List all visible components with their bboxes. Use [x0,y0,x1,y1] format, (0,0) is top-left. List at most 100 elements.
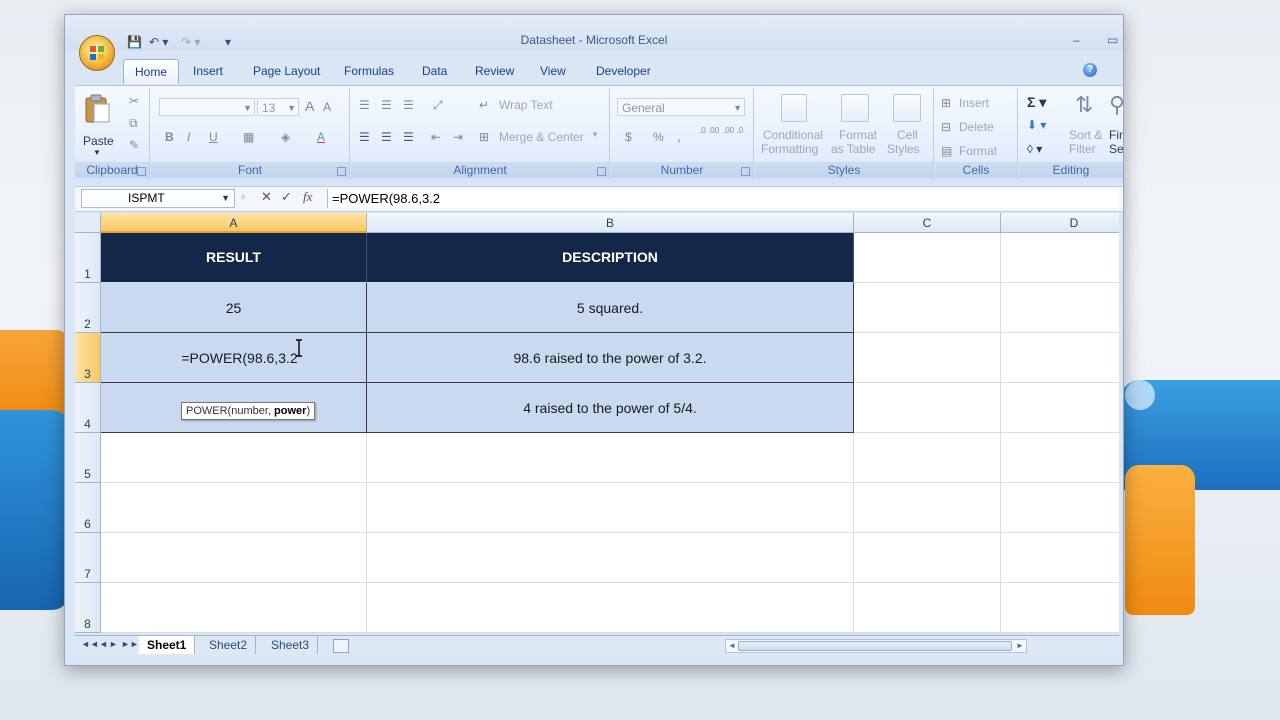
first-sheet-button[interactable]: ◄◄ [81,639,99,649]
select-all-button[interactable] [75,213,101,233]
increase-indent-icon[interactable]: ⇥ [453,130,463,144]
format-painter-icon[interactable]: ✎ [129,138,139,152]
sheet-tab-sheet2[interactable]: Sheet2 [201,636,257,654]
fill-color-icon[interactable]: ◈ [281,130,290,144]
minimize-button[interactable]: – [1073,33,1080,47]
tab-home[interactable]: Home [123,59,180,84]
cell-c8[interactable] [854,583,1001,633]
last-sheet-button[interactable]: ►► [121,639,139,649]
increase-decimal-button[interactable]: .0 .00 [699,126,719,135]
enter-entry-icon[interactable]: ✓ [281,189,292,205]
number-dialog-launcher[interactable] [741,167,750,176]
format-cells-button[interactable]: Format [959,144,997,158]
cell-b6[interactable] [367,483,854,533]
cell-a7[interactable] [101,533,367,583]
cell-a5[interactable] [101,433,367,483]
cell-c7[interactable] [854,533,1001,583]
cell-d2[interactable] [1001,283,1119,333]
cell-d8[interactable] [1001,583,1119,633]
row-header-2[interactable]: 2 [75,283,101,333]
cell-d6[interactable] [1001,483,1119,533]
cell-b3[interactable]: 98.6 raised to the power of 3.2. [367,333,854,383]
sheet-tab-sheet3[interactable]: Sheet3 [263,636,319,654]
wrap-text-button[interactable]: ↵ Wrap Text [479,98,553,112]
align-right-icon[interactable]: ☰ [403,130,414,144]
copy-icon[interactable]: ⧉ [129,116,138,131]
cell-a1-result-header[interactable]: RESULT [101,233,367,283]
alignment-dialog-launcher[interactable] [597,167,606,176]
cell-c4[interactable] [854,383,1001,433]
font-color-icon[interactable]: A [317,130,325,144]
row-header-6[interactable]: 6 [75,483,101,533]
tab-formulas[interactable]: Formulas [338,62,400,80]
column-header-c[interactable]: C [854,213,1001,233]
tab-insert[interactable]: Insert [187,62,229,80]
format-as-table-button[interactable]: Format as Table [829,92,879,162]
cell-c3[interactable] [854,333,1001,383]
font-size-combo[interactable]: 13 ▼ [257,98,299,116]
cell-d1[interactable] [1001,233,1119,283]
comma-button[interactable]: , [677,128,681,144]
row-header-7[interactable]: 7 [75,533,101,583]
cell-c1[interactable] [854,233,1001,283]
scroll-right-icon[interactable]: ► [1016,641,1024,650]
name-box-dropdown-icon[interactable]: ▼ [221,190,230,207]
office-button[interactable] [79,35,115,71]
fill-icon[interactable]: ⬇ ▾ [1027,118,1046,132]
cell-d3[interactable] [1001,333,1119,383]
orientation-icon[interactable]: ⤢ [433,98,443,113]
borders-icon[interactable]: ▦ [243,130,254,144]
align-top-icon[interactable]: ☰ [359,98,370,112]
align-left-icon[interactable]: ☰ [359,130,370,144]
formula-input[interactable]: =POWER(98.6,3.2 [327,189,1119,208]
underline-button[interactable]: U [209,130,218,144]
cell-c2[interactable] [854,283,1001,333]
percent-button[interactable]: % [653,130,664,144]
decrease-indent-icon[interactable]: ⇤ [431,130,441,144]
bold-button[interactable]: B [165,130,174,144]
horizontal-scrollbar[interactable]: ◄ ► [725,639,1027,653]
find-select-button[interactable]: ⚲ Find Sele [1109,92,1123,162]
tab-review[interactable]: Review [469,62,520,80]
row-header-8[interactable]: 8 [75,583,101,633]
row-header-4[interactable]: 4 [75,383,101,433]
merge-center-button[interactable]: ⊞ Merge & Center ▼ [479,130,599,144]
align-bottom-icon[interactable]: ☰ [403,98,414,112]
insert-function-icon[interactable]: fx [303,189,312,205]
row-header-1[interactable]: 1 [75,233,101,283]
scroll-left-icon[interactable]: ◄ [728,641,736,650]
function-tooltip[interactable]: POWER(number, power) [181,402,316,420]
number-format-combo[interactable]: General ▼ [617,98,745,116]
cell-a6[interactable] [101,483,367,533]
column-header-a[interactable]: A [101,213,367,233]
decrease-decimal-button[interactable]: .00 .0 [723,126,743,135]
cell-b2[interactable]: 5 squared. [367,283,854,333]
cell-styles-button[interactable]: Cell Styles [885,92,929,162]
insert-cells-button[interactable]: Insert [959,96,989,110]
cell-d4[interactable] [1001,383,1119,433]
cut-icon[interactable]: ✂ [129,94,139,108]
prev-sheet-button[interactable]: ◄ [99,639,108,649]
font-name-combo[interactable]: ▼ [159,98,255,116]
grow-font-icon[interactable]: A [305,98,314,114]
sheet-tab-sheet1[interactable]: Sheet1 [139,636,196,654]
tab-developer[interactable]: Developer [590,62,657,80]
help-icon[interactable]: ? [1083,63,1097,77]
delete-cells-button[interactable]: Delete [959,120,994,134]
shrink-font-icon[interactable]: A [323,100,331,114]
vertical-scrollbar[interactable] [1119,213,1123,653]
cell-b5[interactable] [367,433,854,483]
cell-b1-description-header[interactable]: DESCRIPTION [367,233,854,283]
cell-b4[interactable]: 4 raised to the power of 5/4. [367,383,854,433]
cell-b7[interactable] [367,533,854,583]
tab-data[interactable]: Data [416,62,453,80]
cell-a2[interactable]: 25 [101,283,367,333]
column-header-d[interactable]: D [1001,213,1119,233]
italic-button[interactable]: I [187,130,190,144]
paste-button[interactable]: Paste ▼ [81,92,115,158]
cell-c5[interactable] [854,433,1001,483]
clear-icon[interactable]: ◊ ▾ [1027,142,1042,156]
cell-c6[interactable] [854,483,1001,533]
sort-filter-button[interactable]: ⇅ Sort & Filter [1067,92,1107,162]
conditional-formatting-button[interactable]: Conditional Formatting [759,92,825,162]
